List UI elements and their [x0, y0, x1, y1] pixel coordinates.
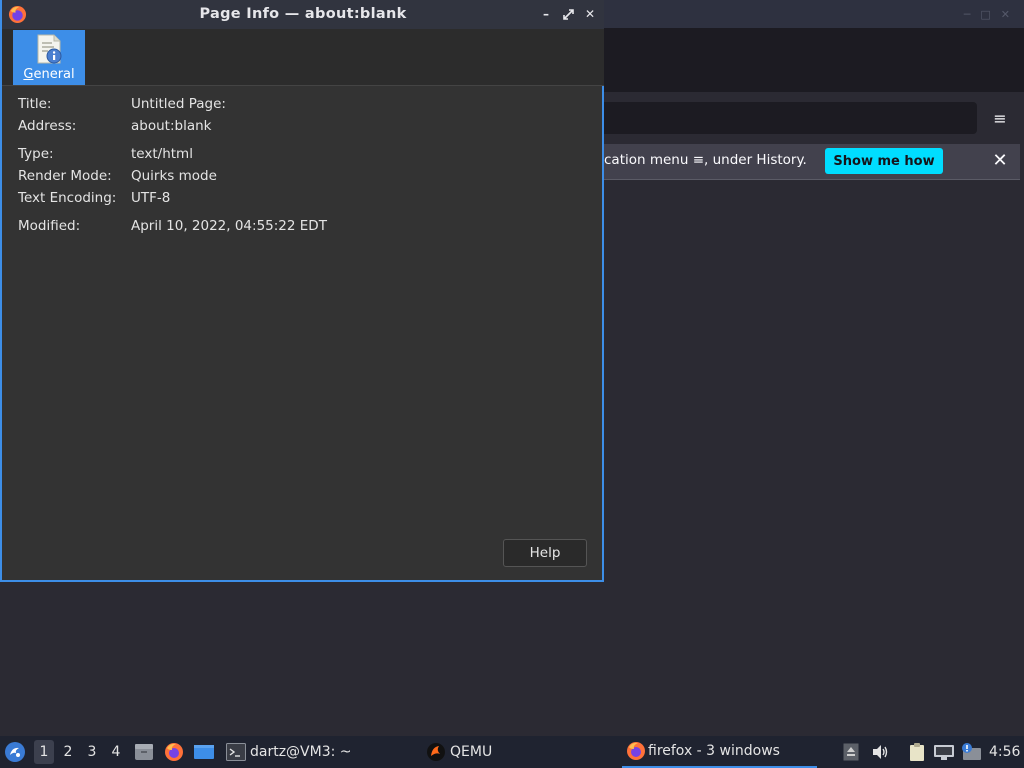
close-icon[interactable]: ✕ — [1001, 8, 1010, 21]
tray-notifications[interactable] — [960, 736, 982, 768]
page-info-icon — [37, 34, 62, 64]
workspace-2-button[interactable]: 2 — [58, 736, 78, 768]
title-label: Title: — [18, 96, 52, 112]
file-manager-launcher[interactable] — [134, 736, 154, 768]
title-value: Untitled Page: — [131, 96, 226, 112]
clipboard-icon — [910, 743, 924, 761]
firefox-task-label: firefox - 3 windows — [648, 743, 780, 759]
eject-icon — [843, 743, 859, 761]
modified-label: Modified: — [18, 218, 81, 234]
volume-icon — [873, 745, 888, 759]
qemu-task-label: QEMU — [450, 744, 493, 760]
terminal-task-label: dartz@VM3: ~ — [250, 744, 352, 760]
tray-eject[interactable] — [843, 736, 859, 768]
tab-general[interactable]: General — [13, 30, 85, 85]
minimize-icon[interactable]: – — [538, 6, 554, 22]
firefox-icon — [627, 742, 645, 760]
maximize-icon[interactable]: □ — [980, 8, 990, 21]
dialog-window-controls: – ✕ — [538, 6, 598, 22]
type-label: Type: — [18, 146, 54, 162]
firefox-launcher[interactable] — [164, 736, 184, 768]
url-bar[interactable] — [560, 102, 977, 134]
encoding-label: Text Encoding: — [18, 190, 117, 206]
hamburger-menu-icon[interactable]: ≡ — [988, 108, 1012, 128]
file-manager-icon — [135, 744, 153, 760]
tab-general-label: General — [23, 67, 75, 82]
encoding-value: UTF-8 — [131, 190, 171, 206]
modified-value: April 10, 2022, 04:55:22 EDT — [131, 218, 327, 234]
network-icon — [934, 745, 954, 760]
browser-window-controls: ─ □ ✕ — [964, 8, 1010, 21]
start-menu-icon — [5, 742, 25, 762]
address-label: Address: — [18, 118, 77, 134]
clock[interactable]: 4:56 — [989, 736, 1020, 768]
dialog-titlebar: Page Info — about:blank – ✕ — [2, 0, 604, 29]
minimize-icon[interactable]: ─ — [964, 8, 971, 21]
terminal-icon — [226, 743, 246, 761]
dialog-tabbar: General — [2, 29, 604, 86]
close-icon[interactable]: ✕ — [990, 150, 1010, 171]
dialog-title: Page Info — about:blank — [199, 6, 407, 22]
start-menu-button[interactable] — [4, 736, 26, 768]
type-value: text/html — [131, 146, 193, 162]
taskbar-task-qemu[interactable]: QEMU — [426, 736, 492, 768]
render-mode-label: Render Mode: — [18, 168, 112, 184]
address-value: about:blank — [131, 118, 212, 134]
maximize-icon[interactable] — [560, 6, 576, 22]
taskbar-task-terminal[interactable]: dartz@VM3: ~ — [226, 736, 352, 768]
taskbar-task-firefox[interactable]: firefox - 3 windows — [622, 736, 817, 768]
workspace-1-button[interactable]: 1 — [34, 740, 54, 764]
workspace-3-button[interactable]: 3 — [82, 736, 102, 768]
tray-volume[interactable] — [871, 736, 889, 768]
notification-text: cation menu ≡, under History. — [604, 152, 807, 168]
firefox-icon — [165, 743, 183, 761]
tray-network[interactable] — [933, 736, 955, 768]
notification-update-icon — [962, 743, 981, 760]
help-button[interactable]: Help — [503, 539, 587, 567]
page-info-dialog: Page Info — about:blank – ✕ General Titl… — [0, 0, 604, 582]
qemu-icon — [427, 743, 445, 761]
tray-clipboard[interactable] — [907, 736, 927, 768]
desktop-launcher[interactable] — [193, 736, 215, 768]
close-icon[interactable]: ✕ — [582, 6, 598, 22]
render-mode-value: Quirks mode — [131, 168, 217, 184]
show-desktop-icon — [194, 745, 214, 759]
workspace-4-button[interactable]: 4 — [106, 736, 126, 768]
show-me-how-button[interactable]: Show me how — [825, 148, 943, 174]
